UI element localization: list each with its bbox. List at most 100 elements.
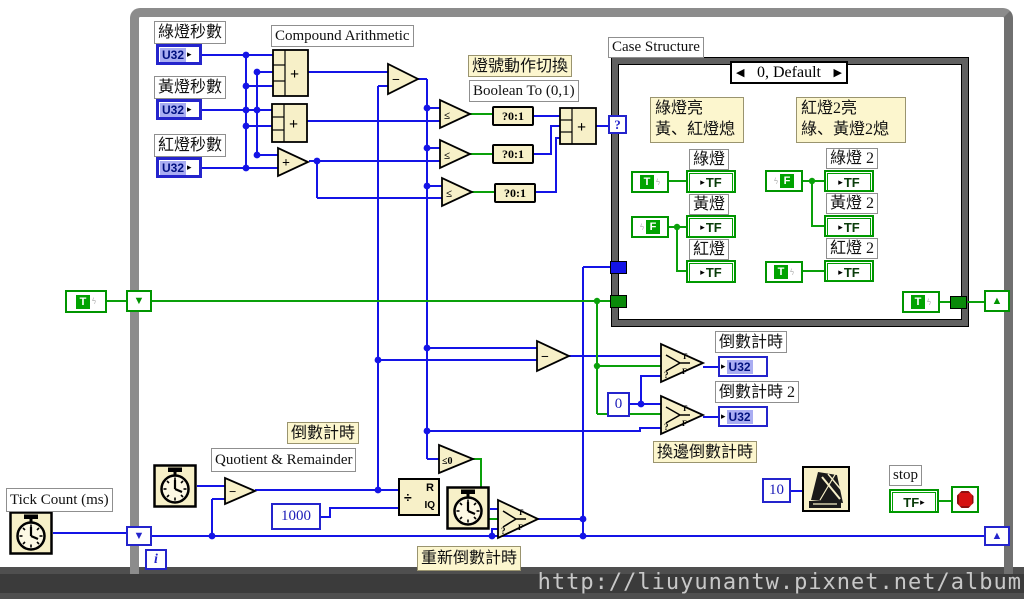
green-light2-indicator[interactable]: ▸ TF	[824, 170, 874, 192]
svg-text:≤: ≤	[444, 110, 450, 122]
less-equal-zero-function[interactable]: ≤0	[438, 443, 476, 475]
red-light-label: 紅燈	[689, 239, 730, 260]
labview-block-diagram: http://liuyunantw.pixnet.net/album ◀ 0, …	[0, 0, 1024, 599]
u32-type-chip: U32	[160, 47, 187, 62]
shift-register-blue-left[interactable]: ▼	[126, 526, 152, 546]
terminal-arrow-icon: ▸	[721, 411, 726, 421]
yellow-light-indicator[interactable]: ▸ TF	[686, 215, 736, 238]
true-constant-init[interactable]: Tϟ	[65, 290, 107, 313]
bool-to-01-node-1[interactable]: ?0:1	[492, 106, 534, 126]
quotient-remainder-node[interactable]: ÷ R IQ	[398, 478, 440, 516]
false-constant-green2-yellow2[interactable]: ϟF	[765, 170, 803, 192]
remainder-glyph: R	[426, 482, 434, 494]
less-equal-function-3[interactable]: ≤	[441, 176, 475, 208]
u32-type-chip: U32	[726, 409, 753, 424]
yellow-light2-label: 黃燈 2	[826, 193, 879, 214]
red-seconds-label: 紅燈秒數	[154, 134, 227, 157]
divide-glyph: ÷	[404, 489, 412, 505]
countdown2-label: 倒數計時 2	[715, 381, 800, 403]
red-seconds-control[interactable]: U32 ▸	[156, 157, 202, 178]
constant-marker-icon: ϟ	[639, 221, 645, 232]
wait-ms-icon[interactable]	[802, 466, 850, 512]
true-constant-green[interactable]: Tϟ	[631, 171, 669, 193]
yellow-light2-indicator[interactable]: ▸ TF	[824, 215, 874, 237]
case-note-red2-on: 紅燈2亮 綠、黃燈2熄	[796, 97, 906, 143]
terminal-arrow-icon: ▸	[187, 49, 192, 59]
iteration-terminal[interactable]: i	[145, 549, 167, 570]
terminal-arrow-icon: ▸	[721, 361, 726, 371]
case-selector-terminal[interactable]: ?	[608, 115, 627, 134]
subtract-function-tick[interactable]: −	[224, 476, 258, 506]
add-function[interactable]: +	[277, 146, 311, 178]
subtract-function-top[interactable]: −	[387, 62, 421, 96]
select-function-1[interactable]: ? T F	[660, 342, 706, 384]
countdown-note-label: 倒數計時	[287, 422, 360, 444]
countdown-indicator[interactable]: ▸ U32	[718, 356, 768, 377]
countdown2-indicator[interactable]: ▸ U32	[718, 406, 768, 427]
green-seconds-label: 綠燈秒數	[154, 21, 227, 44]
shift-down-icon: ▼	[133, 529, 145, 542]
svg-text:+: +	[577, 119, 586, 136]
light-action-switch-label: 燈號動作切換	[468, 55, 573, 77]
yellow-light-label: 黃燈	[689, 194, 730, 215]
shift-register-green-right[interactable]: ▲	[984, 290, 1010, 312]
tick-count-icon-outer[interactable]	[9, 511, 53, 555]
svg-text:T: T	[518, 508, 524, 517]
less-equal-function-2[interactable]: ≤	[439, 138, 473, 170]
zero-constant[interactable]: 0	[607, 392, 630, 417]
red-light-indicator[interactable]: ▸ TF	[686, 260, 736, 283]
case-tunnel-green-right[interactable]	[950, 296, 967, 309]
bool-to-01-node-2[interactable]: ?0:1	[492, 144, 534, 164]
case-tunnel-blue[interactable]	[610, 261, 627, 274]
compound-arithmetic-1[interactable]: +	[272, 49, 309, 97]
wait-ms-constant[interactable]: 10	[762, 478, 791, 503]
boolean-to-01-label: Boolean To (0,1)	[469, 80, 579, 102]
quotient-remainder-label: Quotient & Remainder	[211, 448, 357, 472]
false-constant-yellow-red[interactable]: ϟF	[631, 216, 669, 238]
true-constant-red2[interactable]: Tϟ	[765, 261, 803, 283]
yellow-seconds-label: 黃燈秒數	[154, 76, 227, 99]
side-switch-countdown-label: 換邊倒數計時	[653, 441, 758, 463]
svg-text:≤0: ≤0	[442, 456, 453, 467]
constant-marker-icon: ϟ	[655, 176, 661, 187]
red-light2-indicator[interactable]: ▸ TF	[824, 260, 874, 282]
svg-text:F: F	[518, 523, 523, 532]
u32-type-chip: U32	[726, 359, 753, 374]
less-equal-function-1[interactable]: ≤	[439, 98, 473, 130]
stop-button-terminal[interactable]: TF ▸	[889, 489, 939, 513]
green-seconds-control[interactable]: U32 ▸	[156, 44, 202, 65]
case-note-green-on: 綠燈亮 黃、紅燈熄	[650, 97, 744, 143]
svg-text:≤: ≤	[446, 188, 452, 200]
case-structure-label: Case Structure	[608, 37, 704, 58]
ms-divisor-constant[interactable]: 1000	[271, 503, 321, 530]
compound-arithmetic-3[interactable]: +	[559, 107, 597, 145]
tick-count-icon-restart[interactable]	[446, 486, 490, 530]
u32-type-chip: U32	[160, 160, 187, 175]
compound-arithmetic-2[interactable]: +	[271, 103, 308, 143]
svg-text:+: +	[282, 156, 290, 171]
green-light2-label: 綠燈 2	[826, 148, 879, 169]
true-constant-case-out[interactable]: Tϟ	[902, 291, 940, 313]
select-function-restart[interactable]: ? T F	[497, 498, 541, 540]
svg-text:?: ?	[501, 526, 506, 536]
shift-register-blue-right[interactable]: ▲	[984, 526, 1010, 546]
svg-text:T: T	[682, 352, 688, 361]
constant-marker-icon: ϟ	[773, 175, 779, 186]
green-light-label: 綠燈	[689, 149, 730, 170]
bool-to-01-node-3[interactable]: ?0:1	[494, 183, 536, 203]
green-light-indicator[interactable]: ▸ TF	[686, 170, 736, 193]
tick-count-icon-loop[interactable]	[153, 464, 197, 508]
svg-text:?: ?	[664, 422, 669, 432]
svg-text:F: F	[682, 419, 687, 428]
shift-up-icon: ▲	[991, 529, 1003, 542]
subtract-function-mid[interactable]: −	[536, 339, 572, 373]
tick-count-label: Tick Count (ms)	[6, 488, 113, 512]
case-tunnel-green-left[interactable]	[610, 295, 627, 308]
loop-condition-terminal[interactable]	[951, 486, 979, 513]
shift-register-green-left[interactable]: ▼	[126, 290, 152, 312]
select-function-2[interactable]: ? T F	[660, 394, 706, 436]
yellow-seconds-control[interactable]: U32 ▸	[156, 99, 202, 120]
quotient-glyph: IQ	[424, 500, 435, 511]
stop-sign-icon	[956, 491, 974, 508]
svg-text:≤: ≤	[444, 150, 450, 162]
